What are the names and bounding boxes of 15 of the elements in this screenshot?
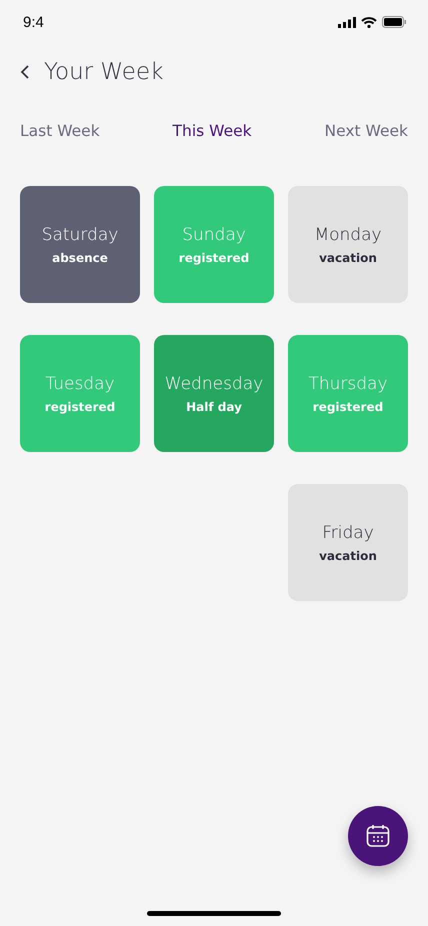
calendar-icon (365, 823, 391, 849)
signal-icon (338, 16, 356, 28)
status-time: 9:4 (23, 14, 44, 30)
page-title: Your Week (44, 59, 164, 85)
day-card[interactable]: Wednesday Half day (154, 335, 274, 452)
battery-icon (382, 16, 406, 28)
back-icon[interactable] (20, 65, 30, 79)
day-card[interactable]: Monday vacation (288, 186, 408, 303)
calendar-button[interactable] (348, 806, 408, 866)
week-tab[interactable]: Last Week (20, 122, 100, 140)
week-tab[interactable]: Next Week (324, 122, 408, 140)
day-card[interactable]: Saturday absence (20, 186, 140, 303)
week-tab[interactable]: This Week (172, 122, 252, 140)
day-card[interactable]: Friday vacation (288, 484, 408, 601)
wifi-icon (361, 16, 377, 28)
